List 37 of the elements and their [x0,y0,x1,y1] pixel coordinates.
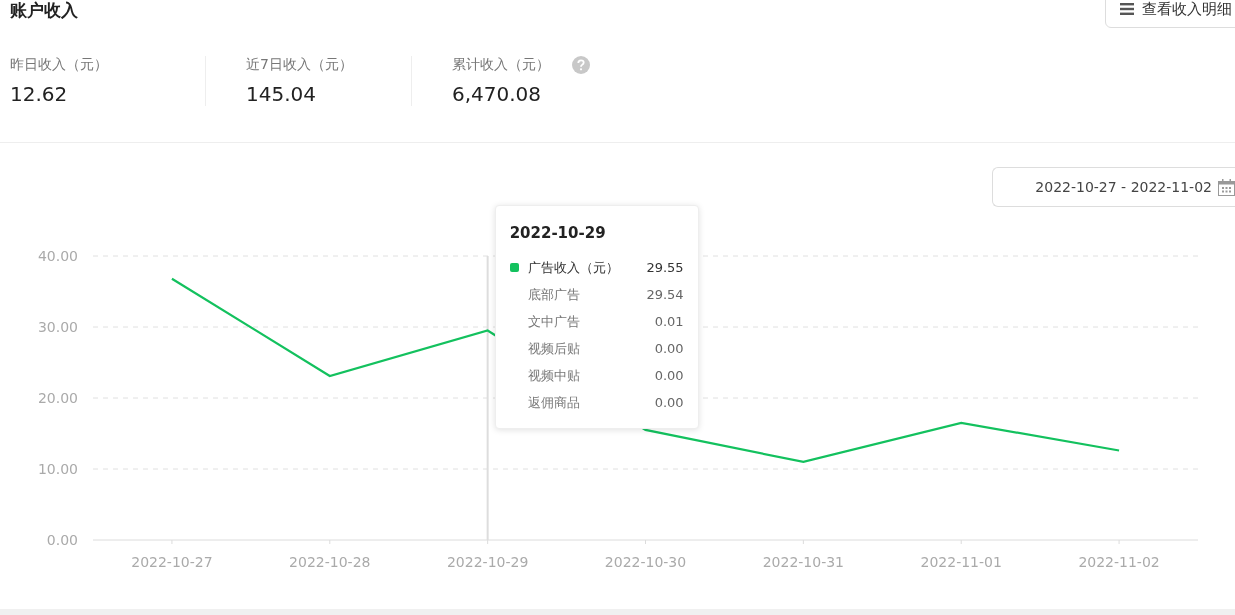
tooltip-value: 0.00 [654,395,684,410]
tooltip-value: 0.00 [654,341,684,356]
x-axis-label: 2022-10-27 [131,554,213,570]
tooltip-label: 视频中贴 [527,366,581,385]
section-title: 账户收入 [9,0,78,20]
tooltip-label: 视频后贴 [527,339,581,358]
calendar-icon [1218,178,1235,196]
tooltip-label: 底部广告 [527,285,581,304]
x-axis-label: 2022-11-01 [920,554,1002,570]
date-range-field[interactable]: 2022-10-27 - 2022-11-02 [992,167,1235,207]
x-axis-label: 2022-10-31 [762,554,845,570]
stat-value: 6,470.08 [452,82,543,106]
y-axis-label: 30.00 [37,319,78,335]
y-axis-label: 0.00 [46,532,78,548]
tooltip-title: 2022-10-29 [509,224,607,242]
income-detail-button[interactable]: 查看收入明细 [1105,0,1235,28]
tooltip-label: 返佣商品 [527,393,581,412]
stat-label: 昨日收入（元） [10,56,108,74]
tooltip-value: 0.00 [654,368,684,383]
tooltip-value: 0.01 [654,314,684,329]
help-icon[interactable] [572,56,590,74]
y-axis-label: 40.00 [37,248,78,264]
menu-icon [1120,3,1134,15]
tooltip-value: 29.54 [646,287,684,302]
stat-value: 12.62 [10,82,69,106]
x-axis-label: 2022-10-29 [446,554,529,570]
x-axis-label: 2022-10-30 [604,554,687,570]
stat-label: 累计收入（元） [452,56,550,74]
x-axis-label: 2022-10-28 [289,554,371,570]
y-axis-label: 10.00 [37,461,78,477]
tooltip-value: 29.55 [646,260,684,275]
tooltip-label: 广告收入（元） [527,258,620,277]
x-axis-label: 2022-11-02 [1078,554,1160,570]
tooltip-label: 文中广告 [527,312,581,331]
stat-label: 近7日收入（元） [246,56,353,74]
stat-value: 145.04 [246,82,317,106]
y-axis-label: 20.00 [37,390,78,406]
